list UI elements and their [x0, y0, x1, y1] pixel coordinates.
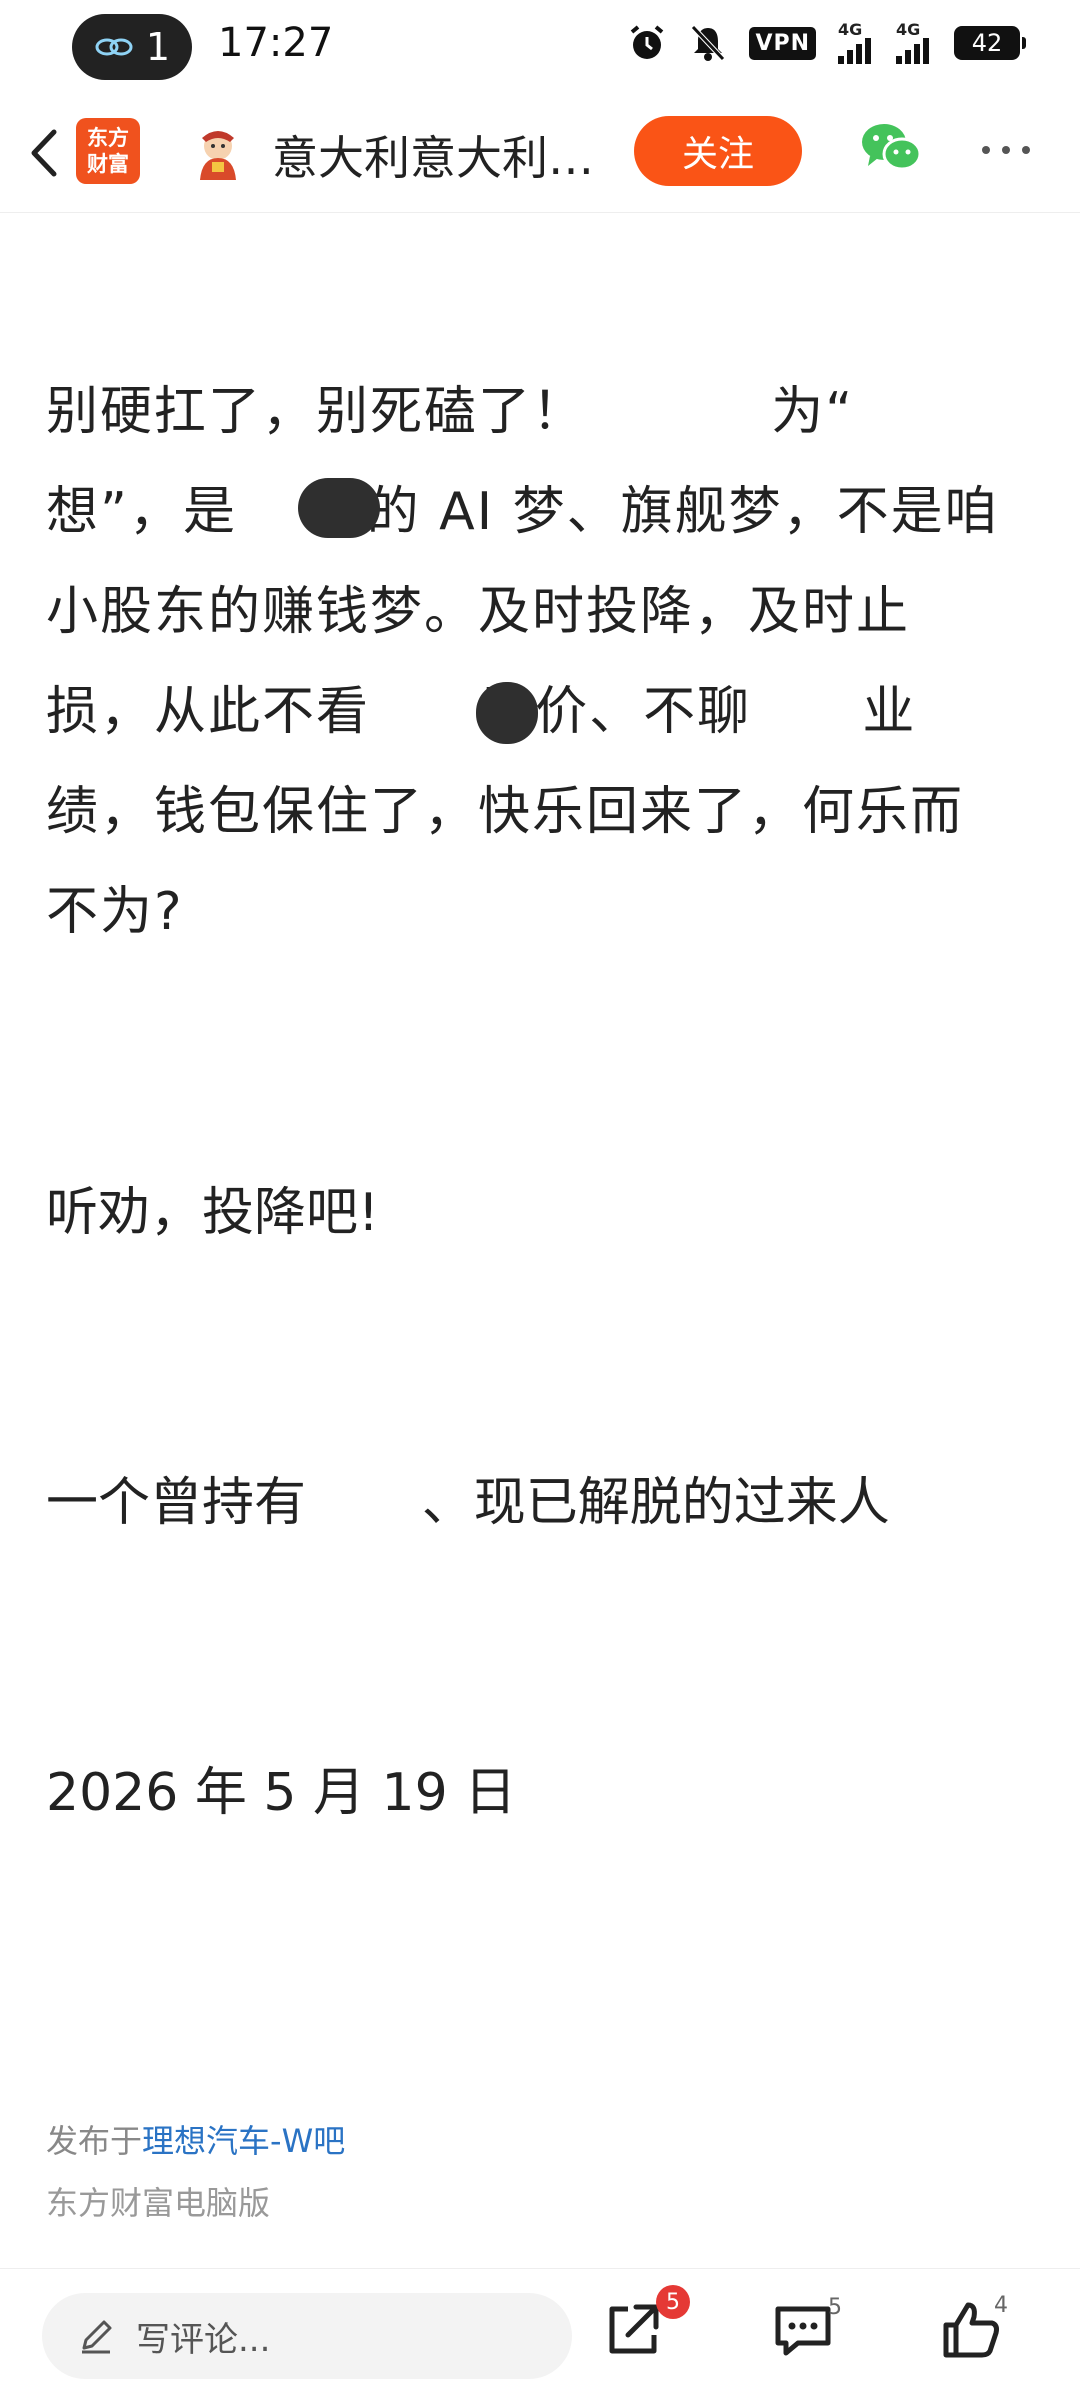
back-arrow-icon[interactable]	[18, 118, 70, 188]
more-icon[interactable]	[976, 130, 1036, 170]
notification-pill[interactable]: 1	[72, 14, 192, 80]
mute-bell-icon	[691, 25, 726, 61]
clock: 17:27	[218, 20, 334, 66]
battery-icon: 42	[954, 26, 1026, 60]
signal-bars-icon	[838, 38, 871, 64]
paragraph-1-line: 别硬扛了，别死磕了！ 为“	[46, 382, 929, 442]
forum-link[interactable]: 理想汽车-W吧	[142, 2122, 345, 2160]
signal-bars-icon	[896, 38, 929, 64]
comment-placeholder: 写评论...	[136, 2319, 271, 2360]
signal-1: 4G	[838, 22, 874, 64]
battery-level: 42	[971, 29, 1003, 57]
bottom-bar: 写评论... 5 5 4	[0, 2268, 1080, 2401]
source-label: 东方财富电脑版	[46, 2184, 271, 2222]
app-logo-line2: 财富	[87, 152, 129, 176]
paragraph-1-line: 绩，钱包保住了，快乐回来了，何乐而	[46, 782, 965, 842]
share-badge: 5	[656, 2285, 690, 2319]
alarm-icon	[631, 25, 664, 59]
paragraph-1-line: 损，从此不看 股价、不聊 业	[46, 682, 917, 742]
date-line: 2026 年 5 月 19 日	[46, 1763, 517, 1823]
signal-1-label: 4G	[838, 20, 863, 39]
paragraph-3: 一个曾持有 、现已解脱的过来人	[46, 1473, 890, 1533]
status-icons: VPN 4G 4G 42	[627, 22, 1026, 64]
app-logo[interactable]: 东方 财富	[76, 118, 140, 184]
link-icon	[95, 38, 133, 56]
signal-2: 4G	[896, 22, 932, 64]
paragraph-1-line: 不为?	[46, 882, 184, 942]
comment-input[interactable]: 写评论...	[42, 2293, 572, 2379]
follow-button[interactable]: 关注	[634, 116, 802, 186]
article-body: 别硬扛了，别死磕了！ 为“ 想”，是 的 AI 梦、旗舰梦，不是咱 小股东的赚钱…	[46, 362, 1036, 1823]
wechat-icon[interactable]	[858, 118, 924, 178]
redaction-mark	[476, 682, 538, 744]
avatar[interactable]	[188, 122, 248, 182]
status-bar: 1 17:27 VPN 4G 4G 42	[0, 0, 1080, 96]
vpn-badge: VPN	[749, 26, 816, 60]
paragraph-1-line: 小股东的赚钱梦。及时投降，及时止	[46, 582, 911, 642]
paragraph-1-line: 想”，是 的 AI 梦、旗舰梦，不是咱	[46, 482, 999, 542]
like-count: 4	[994, 2293, 1008, 2318]
comment-count: 5	[828, 2295, 842, 2320]
redaction-mark	[298, 478, 380, 538]
username[interactable]: 意大利意大利…	[272, 122, 594, 188]
pencil-icon	[82, 2320, 112, 2354]
paragraph-2: 听劝，投降吧!	[46, 1183, 379, 1243]
nav-bar: 东方 财富 意大利意大利… 关注	[0, 96, 1080, 213]
paragraph-1: 别硬扛了，别死磕了！ 为“ 想”，是 的 AI 梦、旗舰梦，不是咱 小股东的赚钱…	[46, 362, 1036, 962]
published-prefix: 发布于	[46, 2122, 143, 2160]
notification-count: 1	[145, 25, 171, 69]
published-in: 发布于理想汽车-W吧	[46, 2116, 345, 2162]
signal-2-label: 4G	[896, 20, 921, 39]
app-logo-line1: 东方	[87, 126, 129, 150]
